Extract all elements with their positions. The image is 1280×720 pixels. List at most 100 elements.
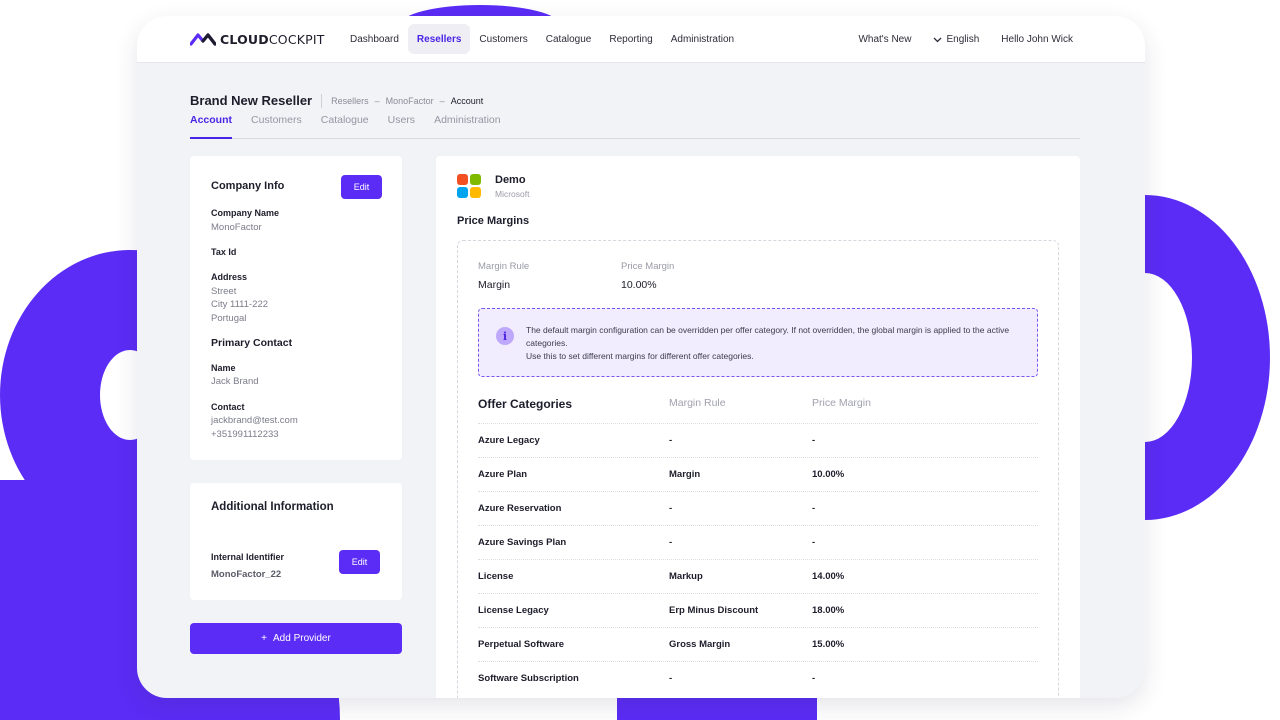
- user-greeting[interactable]: Hello John Wick: [1001, 34, 1073, 45]
- plus-icon: +: [261, 633, 268, 644]
- margin-cell: 18.00%: [812, 605, 845, 616]
- primary-contact-title: Primary Contact: [211, 337, 293, 349]
- margin-cell: -: [812, 673, 816, 684]
- account-tabs: Account Customers Catalogue Users Admini…: [190, 114, 1080, 139]
- contact-name-label: Name: [211, 363, 236, 373]
- breadcrumb-account: Account: [450, 95, 484, 106]
- tab-users[interactable]: Users: [388, 114, 415, 139]
- margin-cell: -: [812, 537, 816, 548]
- rule-cell: Margin: [669, 469, 701, 480]
- offer-categories-header: Offer Categories Margin Rule Price Margi…: [478, 397, 1038, 423]
- company-info-card: Company Info Edit Company Name MonoFacto…: [190, 156, 402, 460]
- contact-name-value: Jack Brand: [211, 376, 259, 387]
- price-margin-label: Price Margin: [621, 261, 675, 272]
- chevron-down-icon: [934, 37, 942, 42]
- margin-cell: 14.00%: [812, 571, 845, 582]
- tab-customers[interactable]: Customers: [251, 114, 302, 139]
- price-margins-box: Margin Rule Margin Price Margin 10.00% i…: [457, 240, 1059, 698]
- internal-identifier-value: MonoFactor_22: [211, 569, 282, 580]
- logo-square: [470, 187, 481, 198]
- tab-account[interactable]: Account: [190, 114, 232, 139]
- page-header: Brand New Reseller Resellers – MonoFacto…: [190, 93, 483, 108]
- nav-reporting[interactable]: Reporting: [600, 24, 661, 54]
- category-cell: Azure Plan: [478, 469, 528, 480]
- main-nav: Dashboard Resellers Customers Catalogue …: [341, 24, 743, 54]
- table-row[interactable]: Azure Savings Plan - -: [478, 525, 1038, 559]
- tab-catalogue[interactable]: Catalogue: [321, 114, 369, 139]
- logo-icon: [190, 33, 216, 46]
- category-cell: Azure Savings Plan: [478, 537, 567, 548]
- breadcrumb-resellers[interactable]: Resellers: [331, 96, 369, 106]
- info-text-line1: The default margin configuration can be …: [526, 325, 1010, 348]
- category-cell: Azure Reservation: [478, 503, 562, 514]
- logo-square: [457, 187, 468, 198]
- logo[interactable]: CLOUDCOCKPIT: [190, 31, 325, 47]
- page-content: Brand New Reseller Resellers – MonoFacto…: [137, 63, 1145, 698]
- provider-name: Demo: [495, 174, 526, 186]
- rule-cell: Markup: [669, 571, 703, 582]
- logo-text: CLOUDCOCKPIT: [220, 31, 325, 47]
- language-selector[interactable]: English: [933, 34, 979, 45]
- logo-square: [457, 174, 468, 185]
- rule-cell: Erp Minus Discount: [669, 605, 759, 616]
- company-info-edit-button[interactable]: Edit: [341, 175, 382, 199]
- additional-info-title: Additional Information: [211, 501, 334, 513]
- price-margin-column-header: Price Margin: [812, 397, 871, 409]
- table-row[interactable]: License Markup 14.00%: [478, 559, 1038, 593]
- offer-categories-title: Offer Categories: [478, 397, 573, 411]
- category-cell: License: [478, 571, 514, 582]
- margin-cell: 15.00%: [812, 639, 845, 650]
- nav-resellers[interactable]: Resellers: [407, 24, 471, 54]
- table-row[interactable]: License Legacy Erp Minus Discount 18.00%: [478, 593, 1038, 627]
- rule-cell: -: [669, 435, 673, 446]
- address-country: Portugal: [211, 313, 247, 324]
- table-row[interactable]: Software Subscription - -: [478, 661, 1038, 695]
- nav-administration[interactable]: Administration: [662, 24, 743, 54]
- nav-catalogue[interactable]: Catalogue: [537, 24, 601, 54]
- top-navbar: CLOUDCOCKPIT Dashboard Resellers Custome…: [137, 16, 1145, 63]
- table-row[interactable]: Perpetual Software Gross Margin 15.00%: [478, 627, 1038, 661]
- tab-administration[interactable]: Administration: [434, 114, 501, 139]
- contact-phone: +351991112233: [211, 429, 279, 440]
- address-street: Street: [211, 286, 237, 297]
- header-divider: [321, 93, 323, 108]
- rule-cell: Gross Margin: [669, 639, 731, 650]
- add-provider-label: Add Provider: [273, 633, 331, 644]
- add-provider-button[interactable]: + Add Provider: [190, 623, 402, 654]
- breadcrumb-separator: –: [439, 95, 445, 106]
- margin-rule-column-header: Margin Rule: [669, 397, 726, 409]
- table-row[interactable]: Azure Plan Margin 10.00%: [478, 457, 1038, 491]
- whats-new-link[interactable]: What's New: [858, 34, 911, 45]
- price-margin-value: 10.00%: [621, 279, 657, 291]
- margin-cell: -: [812, 435, 816, 446]
- company-info-title: Company Info: [211, 180, 285, 192]
- additional-info-card: Additional Information Internal Identifi…: [190, 483, 402, 600]
- table-row[interactable]: Azure Legacy - -: [478, 423, 1038, 457]
- logo-square: [470, 174, 481, 185]
- address-city: City 1111-222: [211, 299, 269, 310]
- margin-rule-label: Margin Rule: [478, 261, 530, 272]
- screen: CLOUDCOCKPIT Dashboard Resellers Custome…: [0, 0, 1280, 720]
- category-cell: Software Subscription: [478, 673, 579, 684]
- contact-email: jackbrand@test.com: [211, 415, 298, 426]
- contact-label: Contact: [211, 402, 245, 412]
- company-name-value: MonoFactor: [211, 222, 262, 233]
- nav-customers[interactable]: Customers: [470, 24, 536, 54]
- breadcrumb-monofactor[interactable]: MonoFactor: [386, 96, 434, 106]
- microsoft-logo-icon: [457, 174, 481, 198]
- category-cell: License Legacy: [478, 605, 549, 616]
- rule-cell: -: [669, 673, 673, 684]
- category-cell: Perpetual Software: [478, 639, 565, 650]
- table-row[interactable]: Azure Reservation - -: [478, 491, 1038, 525]
- app-window: CLOUDCOCKPIT Dashboard Resellers Custome…: [137, 16, 1145, 698]
- address-label: Address: [211, 272, 248, 282]
- nav-right: What's New English Hello John Wick: [858, 16, 1073, 63]
- provider-vendor: Microsoft: [495, 189, 530, 199]
- tax-id-label: Tax Id: [211, 247, 237, 257]
- margin-rule-value: Margin: [478, 279, 511, 291]
- nav-dashboard[interactable]: Dashboard: [341, 24, 408, 54]
- price-margins-title: Price Margins: [457, 215, 530, 227]
- additional-info-edit-button[interactable]: Edit: [339, 550, 380, 574]
- internal-identifier-label: Internal Identifier: [211, 552, 285, 562]
- breadcrumb: Resellers – MonoFactor – Account: [331, 96, 483, 106]
